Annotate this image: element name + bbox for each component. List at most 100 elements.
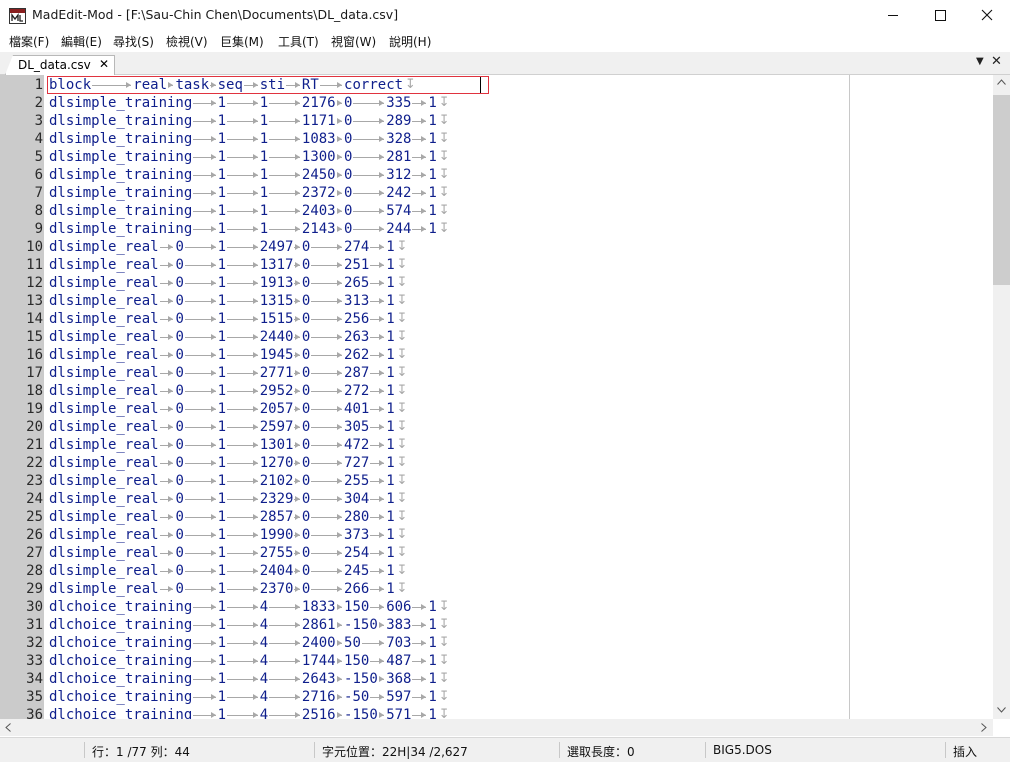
editor-line[interactable]: 5 dlsimple_training 1 1 1300 0 281 1 ↧ [0, 148, 993, 166]
csv-cell: 242 [386, 185, 412, 201]
csv-cell: 1 [259, 221, 269, 237]
menu-help[interactable]: 說明(H) [389, 33, 431, 50]
editor-line[interactable]: 7 dlsimple_training 1 1 2372 0 242 1 ↧ [0, 184, 993, 202]
editor-line[interactable]: 25 dlsimple_real 0 1 2857 0 280 1 ↧ [0, 508, 993, 526]
tab-whitespace-mark [269, 694, 300, 700]
editor-line[interactable]: 8 dlsimple_training 1 1 2403 0 574 1 ↧ [0, 202, 993, 220]
tab-whitespace-mark [294, 478, 301, 484]
maximize-button[interactable] [917, 0, 963, 31]
editor-line[interactable]: 3 dlsimple_training 1 1 1171 0 289 1 ↧ [0, 112, 993, 130]
csv-cell: 1 [217, 293, 227, 309]
tab-whitespace-mark [412, 136, 427, 142]
tab-whitespace-mark [159, 496, 174, 502]
csv-cell: 1 [217, 401, 227, 417]
csv-cell: 0 [175, 275, 184, 291]
tab-whitespace-mark [412, 676, 427, 682]
editor-line[interactable]: 35 dlchoice_training 1 4 2716 -50 597 1 ↧ [0, 688, 993, 706]
editor-line[interactable]: 19 dlsimple_real 0 1 2057 0 401 1 ↧ [0, 400, 993, 418]
editor-line[interactable]: 17 dlsimple_real 0 1 2771 0 287 1 ↧ [0, 364, 993, 382]
csv-cell: 1 [217, 311, 227, 327]
menu-tools[interactable]: 工具(T) [278, 33, 319, 50]
csv-cell: dlchoice_training [49, 617, 193, 633]
editor-line[interactable]: 26 dlsimple_real 0 1 1990 0 373 1 ↧ [0, 526, 993, 544]
tab-list-dropdown-icon[interactable]: ▼ [976, 56, 984, 67]
csv-cell: 1 [217, 671, 227, 687]
tab-whitespace-mark [378, 622, 385, 628]
menu-view[interactable]: 檢視(V) [166, 33, 208, 50]
editor-line[interactable]: 9 dlsimple_training 1 1 2143 0 244 1 ↧ [0, 220, 993, 238]
csv-cell: 0 [301, 347, 311, 363]
editor-line[interactable]: 10 dlsimple_real 0 1 2497 0 274 1 ↧ [0, 238, 993, 256]
tab-whitespace-mark [311, 388, 343, 394]
tab-whitespace-mark [184, 316, 216, 322]
editor-line[interactable]: 29 dlsimple_real 0 1 2370 0 266 1 ↧ [0, 580, 993, 598]
editor-line[interactable]: 11 dlsimple_real 0 1 1317 0 251 1 ↧ [0, 256, 993, 274]
editor-line[interactable]: 32 dlchoice_training 1 4 2400 50 703 1 ↧ [0, 634, 993, 652]
csv-cell: 266 [344, 581, 370, 597]
end-of-line-mark: ↧ [438, 167, 450, 182]
editor-line[interactable]: 14 dlsimple_real 0 1 1515 0 256 1 ↧ [0, 310, 993, 328]
menu-search[interactable]: 尋找(S) [113, 33, 154, 50]
scroll-up-arrow-icon[interactable] [997, 79, 1006, 85]
editor-line[interactable]: 12 dlsimple_real 0 1 1913 0 265 1 ↧ [0, 274, 993, 292]
csv-cell: 1270 [259, 455, 294, 471]
vertical-scrollbar-thumb[interactable] [993, 95, 1010, 285]
editor-line[interactable]: 21 dlsimple_real 0 1 1301 0 472 1 ↧ [0, 436, 993, 454]
editor-line[interactable]: 33 dlchoice_training 1 4 1744 150 487 1 ↧ [0, 652, 993, 670]
csv-cell: 0 [175, 419, 184, 435]
csv-cell: 1 [217, 239, 227, 255]
horizontal-scrollbar[interactable] [0, 719, 993, 736]
editor-line[interactable]: 22 dlsimple_real 0 1 1270 0 727 1 ↧ [0, 454, 993, 472]
tab-whitespace-mark [370, 568, 385, 574]
csv-cell: dlchoice_training [49, 671, 193, 687]
tab-whitespace-mark [311, 532, 343, 538]
csv-cell: 1 [386, 239, 395, 255]
menu-macro[interactable]: 巨集(M) [220, 33, 264, 50]
editor-line[interactable]: 27 dlsimple_real 0 1 2755 0 254 1 ↧ [0, 544, 993, 562]
editor-line[interactable]: 28 dlsimple_real 0 1 2404 0 245 1 ↧ [0, 562, 993, 580]
editor-line[interactable]: 24 dlsimple_real 0 1 2329 0 304 1 ↧ [0, 490, 993, 508]
scroll-left-arrow-icon[interactable] [5, 723, 11, 732]
editor-line[interactable]: 16 dlsimple_real 0 1 1945 0 262 1 ↧ [0, 346, 993, 364]
csv-cell: 597 [386, 689, 412, 705]
editor-line[interactable]: 31 dlchoice_training 1 4 2861 -150 383 1 ↧ [0, 616, 993, 634]
editor-line[interactable]: 13 dlsimple_real 0 1 1315 0 313 1 ↧ [0, 292, 993, 310]
editor-line[interactable]: 18 dlsimple_real 0 1 2952 0 272 1 ↧ [0, 382, 993, 400]
csv-cell: 1 [217, 581, 227, 597]
editor-line[interactable]: 1 block real task seq sti RT correct ↧ [0, 76, 993, 94]
csv-cell: 1 [428, 113, 437, 129]
tab-whitespace-mark [294, 442, 301, 448]
minimize-button[interactable] [870, 0, 916, 31]
csv-cell: 4 [259, 599, 269, 615]
scroll-down-arrow-icon[interactable] [997, 707, 1006, 713]
tab-whitespace-mark [353, 190, 385, 196]
menu-file[interactable]: 檔案(F) [9, 33, 49, 50]
editor-line[interactable]: 20 dlsimple_real 0 1 2597 0 305 1 ↧ [0, 418, 993, 436]
menu-edit[interactable]: 編輯(E) [61, 33, 102, 50]
csv-cell: dlsimple_real [49, 257, 159, 273]
tab-whitespace-mark [294, 532, 301, 538]
tab-close-icon[interactable]: ✕ [99, 57, 109, 71]
editor-line[interactable]: 34 dlchoice_training 1 4 2643 -150 368 1 ↧ [0, 670, 993, 688]
scroll-right-arrow-icon[interactable] [981, 723, 987, 732]
csv-cell: 4 [259, 707, 269, 719]
tab-whitespace-mark [311, 478, 343, 484]
tab-whitespace-mark [311, 442, 343, 448]
close-document-icon[interactable]: ✕ [991, 54, 1002, 69]
text-editor[interactable]: 1 block real task seq sti RT correct ↧ 2 dlsimple_… [0, 75, 993, 719]
close-window-button[interactable] [964, 0, 1010, 31]
editor-line[interactable]: 4 dlsimple_training 1 1 1083 0 328 1 ↧ [0, 130, 993, 148]
line-number: 14 [26, 311, 43, 327]
csv-cell: dlsimple_real [49, 491, 159, 507]
editor-line[interactable]: 6 dlsimple_training 1 1 2450 0 312 1 ↧ [0, 166, 993, 184]
editor-line[interactable]: 23 dlsimple_real 0 1 2102 0 255 1 ↧ [0, 472, 993, 490]
tab-dl-data-csv[interactable]: DL_data.csv ✕ [5, 55, 115, 75]
menu-window[interactable]: 視窗(W) [331, 33, 376, 50]
end-of-line-mark: ↧ [438, 221, 450, 236]
editor-line[interactable]: 30 dlchoice_training 1 4 1833 150 606 1 ↧ [0, 598, 993, 616]
editor-line[interactable]: 36 dlchoice_training 1 4 2516 -150 571 1 ↧ [0, 706, 993, 719]
editor-line[interactable]: 15 dlsimple_real 0 1 2440 0 263 1 ↧ [0, 328, 993, 346]
csv-cell: 0 [344, 167, 353, 183]
editor-line[interactable]: 2 dlsimple_training 1 1 2176 0 335 1 ↧ [0, 94, 993, 112]
csv-cell: 1 [217, 221, 227, 237]
